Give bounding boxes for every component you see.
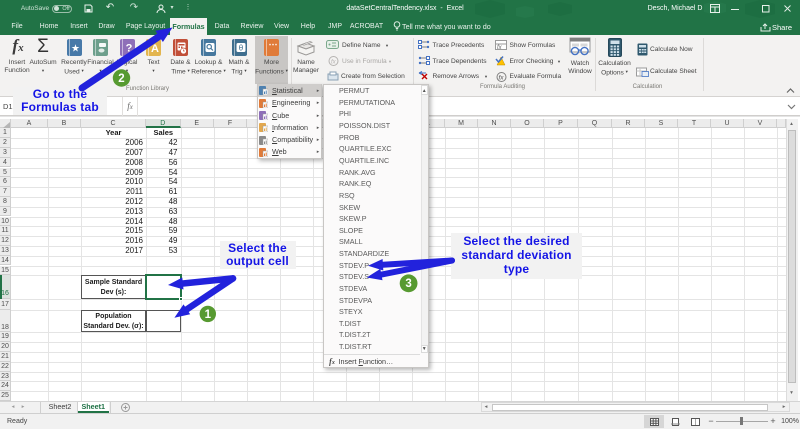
- svg-text:fx: fx: [499, 74, 505, 81]
- svg-text:⋯: ⋯: [269, 39, 278, 49]
- svg-text:★: ★: [71, 43, 80, 54]
- svg-text:A: A: [151, 43, 159, 55]
- svg-text:θ: θ: [238, 43, 243, 52]
- svg-text:?: ?: [125, 42, 132, 54]
